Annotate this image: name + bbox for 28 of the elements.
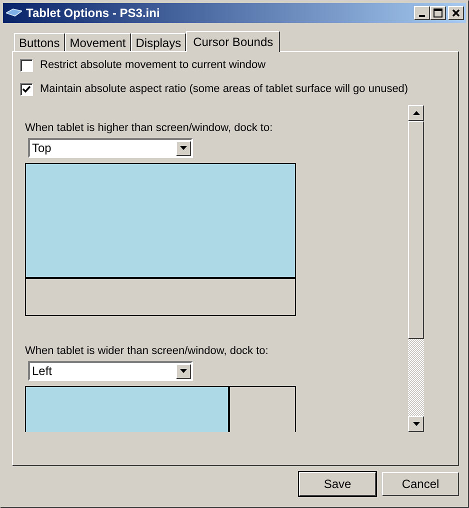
save-button[interactable]: Save — [299, 472, 376, 496]
checkbox[interactable] — [20, 58, 33, 72]
checkbox-label: Maintain absolute aspect ratio (some areas of tablet surface will go unused) — [40, 83, 408, 95]
tab[interactable]: Displays — [130, 33, 186, 51]
down-arrow-icon — [412, 422, 420, 426]
tablet-icon — [6, 8, 22, 18]
close-icon — [451, 8, 461, 18]
window-title: Tablet Options - PS3.ini — [26, 6, 161, 20]
minimize-button[interactable] — [414, 6, 430, 20]
up-arrow-icon — [412, 111, 420, 115]
dock-dropdown[interactable]: Top — [28, 138, 193, 158]
dropdown-arrow-icon — [180, 146, 187, 150]
maximize-icon — [433, 8, 443, 18]
dropdown-arrow-icon — [180, 369, 187, 373]
scrollbar[interactable] — [408, 105, 424, 432]
dock-label: When tablet is higher than screen/window, dock to: — [25, 122, 274, 134]
checkbox-label: Restrict absolute movement to current window — [40, 59, 266, 71]
minimize-icon — [419, 15, 425, 17]
close-button[interactable] — [448, 6, 464, 20]
checkbox[interactable] — [20, 82, 33, 96]
tab[interactable]: Cursor Bounds — [186, 31, 280, 52]
tab[interactable]: Movement — [64, 33, 131, 51]
cancel-button[interactable]: Cancel — [382, 472, 459, 496]
scrollbar-thumb[interactable] — [408, 121, 424, 339]
maximize-button[interactable] — [430, 6, 446, 20]
dock-dropdown[interactable]: Left — [28, 361, 193, 381]
dock-label: When tablet is wider than screen/window, dock to: — [25, 345, 270, 357]
tab[interactable]: Buttons — [14, 33, 65, 51]
